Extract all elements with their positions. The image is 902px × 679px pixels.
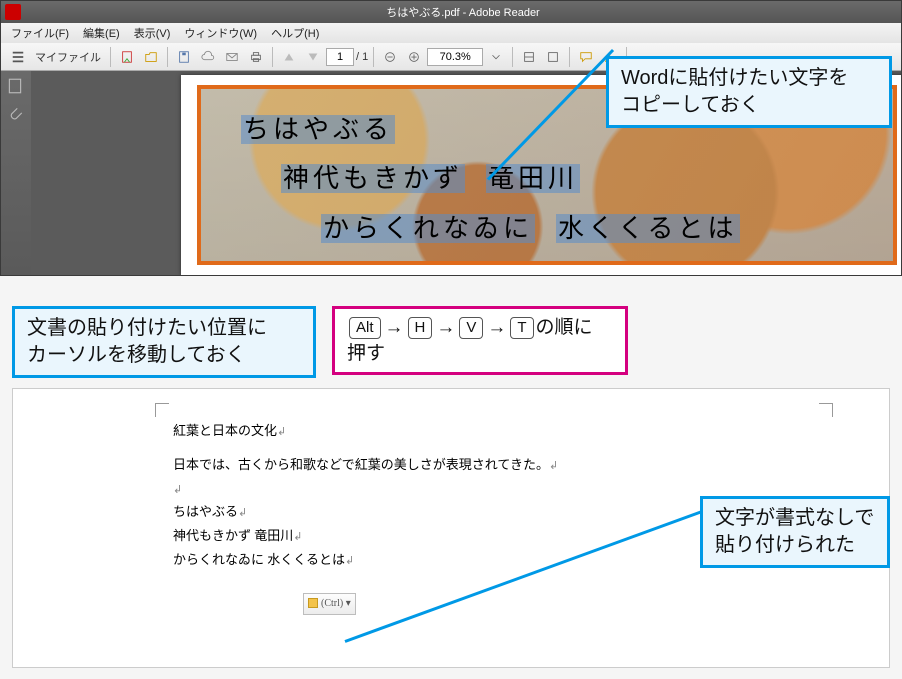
comment-icon[interactable]: [575, 46, 597, 68]
open-icon[interactable]: [140, 46, 162, 68]
titlebar: ちはやぶる.pdf - Adobe Reader: [1, 1, 901, 23]
toolbar-separator: [512, 47, 513, 67]
cloud-icon[interactable]: [197, 46, 219, 68]
zoom-input[interactable]: [427, 48, 483, 66]
menu-edit[interactable]: 編集(E): [77, 23, 126, 43]
side-panel: [1, 71, 31, 275]
menu-window[interactable]: ウィンドウ(W): [178, 23, 263, 43]
window-title: ちはやぶる.pdf - Adobe Reader: [25, 4, 901, 20]
zoom-in-icon[interactable]: [403, 46, 425, 68]
word-poem-line: からくれなゐに 水くくるとは↲: [173, 548, 693, 572]
save-icon[interactable]: [173, 46, 195, 68]
paste-options-button[interactable]: (Ctrl) ▾: [303, 593, 356, 615]
arrow-icon: →: [487, 315, 506, 341]
fit-width-icon[interactable]: [518, 46, 540, 68]
callout-copy-text: Wordに貼付けたい文字を コピーしておく: [606, 56, 892, 128]
callout-line: 押す: [347, 341, 613, 367]
callout-line: コピーしておく: [621, 92, 877, 119]
menu-help[interactable]: ヘルプ(H): [265, 23, 325, 43]
page-up-icon[interactable]: [278, 46, 300, 68]
poem-line-2: 神代もきかず 竜田川: [281, 154, 740, 203]
callout-text: の順に: [536, 315, 593, 341]
print-icon[interactable]: [245, 46, 267, 68]
callout-line: 文字が書式なしで: [715, 505, 875, 532]
key-h: H: [408, 317, 433, 339]
menu-file[interactable]: ファイル(F): [5, 23, 75, 43]
word-poem-line: ちはやぶる↲: [173, 500, 693, 524]
callout-line: 貼り付けられた: [715, 532, 875, 559]
hamburger-icon[interactable]: [7, 46, 29, 68]
adobe-reader-window: ちはやぶる.pdf - Adobe Reader ファイル(F) 編集(E) 表…: [0, 0, 902, 276]
toolbar-separator: [569, 47, 570, 67]
callout-line: カーソルを移動しておく: [27, 342, 301, 369]
poem-line-3: からくれなゐに 水くくるとは: [321, 204, 740, 253]
callout-move-cursor: 文書の貼り付けたい位置に カーソルを移動しておく: [12, 306, 316, 378]
callout-key-sequence: Alt → H → V → T の順に 押す: [332, 306, 628, 375]
word-title: 紅葉と日本の文化↲: [173, 419, 693, 443]
callout-line: Wordに貼付けたい文字を: [621, 65, 877, 92]
page-total-label: / 1: [356, 51, 368, 63]
attachment-icon[interactable]: [6, 105, 26, 125]
myfile-label[interactable]: マイファイル: [31, 49, 105, 65]
arrow-icon: →: [385, 315, 404, 341]
key-t: T: [510, 317, 533, 339]
arrow-icon: →: [436, 315, 455, 341]
callout-pasted-plain: 文字が書式なしで 貼り付けられた: [700, 496, 890, 568]
fit-page-icon[interactable]: [542, 46, 564, 68]
crop-mark-icon: [155, 403, 169, 417]
word-empty-line: ↲: [173, 477, 693, 501]
toolbar-separator: [110, 47, 111, 67]
zoom-dropdown-icon[interactable]: [485, 46, 507, 68]
word-page-content: 紅葉と日本の文化↲ 日本では、古くから和歌などで紅葉の美しさが表現されてきた。↲…: [173, 419, 693, 597]
toolbar-separator: [373, 47, 374, 67]
menubar: ファイル(F) 編集(E) 表示(V) ウィンドウ(W) ヘルプ(H): [1, 23, 901, 43]
menu-view[interactable]: 表示(V): [128, 23, 177, 43]
page-number-input[interactable]: [326, 48, 354, 66]
toolbar-separator: [272, 47, 273, 67]
key-alt: Alt: [349, 317, 381, 339]
zoom-out-icon[interactable]: [379, 46, 401, 68]
key-v: V: [459, 317, 483, 339]
callout-line: 文書の貼り付けたい位置に: [27, 315, 301, 342]
convert-pdf-icon[interactable]: [116, 46, 138, 68]
thumbnails-icon[interactable]: [6, 77, 26, 97]
word-body-line: 日本では、古くから和歌などで紅葉の美しさが表現されてきた。↲: [173, 453, 693, 477]
email-icon[interactable]: [221, 46, 243, 68]
crop-mark-icon: [819, 403, 833, 417]
adobe-reader-icon: [5, 4, 21, 20]
toolbar-separator: [167, 47, 168, 67]
clipboard-icon: [308, 598, 318, 608]
page-down-icon[interactable]: [302, 46, 324, 68]
